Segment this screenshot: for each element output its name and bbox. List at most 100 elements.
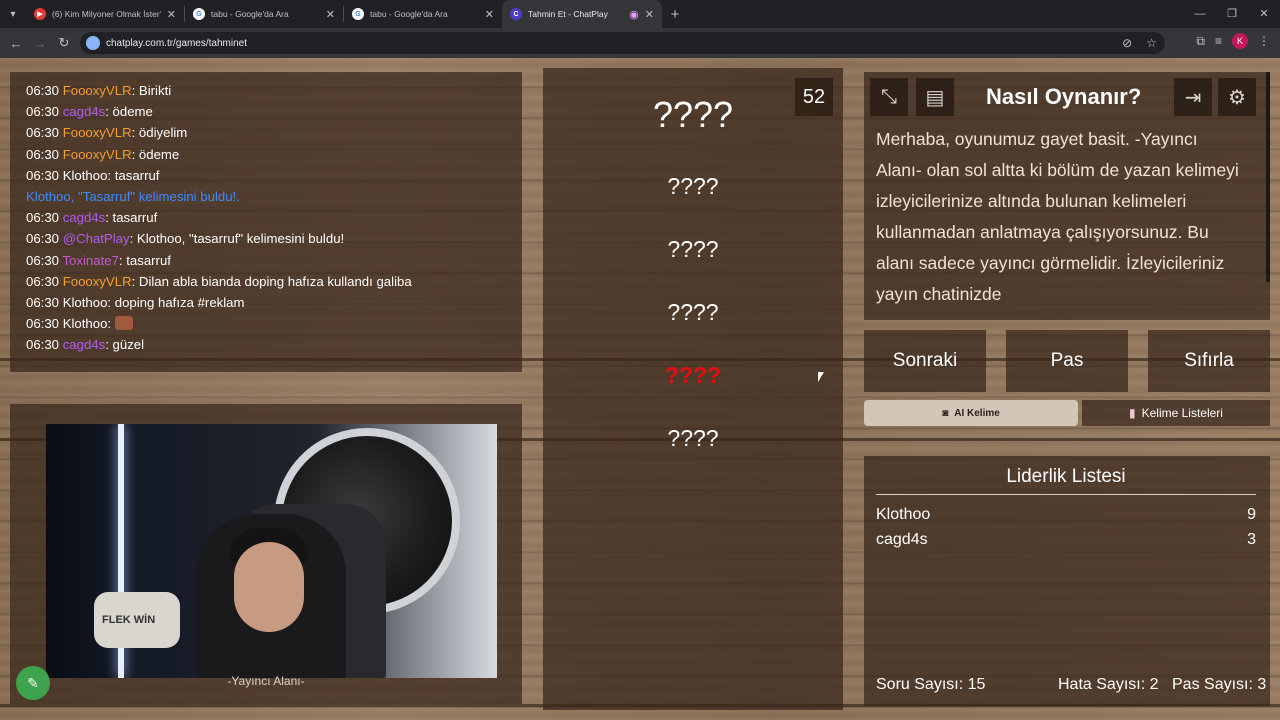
tab-strip: ▾ ▶ (6) Kim Milyoner Olmak İster? T ✕ G … <box>0 0 1280 28</box>
chat-username[interactable]: @ChatPlay <box>63 231 130 246</box>
chat-text: : ödiyelim <box>131 125 188 141</box>
webcam-feed: FLEK WİN <box>46 424 497 678</box>
pen-icon[interactable]: ✎ <box>16 666 50 700</box>
close-tab-icon[interactable]: ✕ <box>645 8 654 21</box>
chat-text: : ödeme <box>105 104 153 120</box>
how-to-play-text: Merhaba, oyunumuz gayet basit. -Yayıncı … <box>876 129 1239 304</box>
profile-avatar[interactable]: K <box>1232 33 1248 49</box>
browser-tab[interactable]: ▶ (6) Kim Milyoner Olmak İster? T ✕ <box>26 0 184 28</box>
restore-icon[interactable]: ❐ <box>1216 0 1248 28</box>
back-icon[interactable]: ← <box>4 36 28 51</box>
chat-timestamp: 06:30 <box>26 167 60 183</box>
leaderboard-panel: Liderlik Listesi Klothoo 9 cagd4s 3 Soru… <box>864 456 1270 706</box>
chat-username[interactable]: Klothoo <box>63 316 108 331</box>
chat-message: 06:30 @ChatPlay: Klothoo, "tasarruf" kel… <box>26 228 522 249</box>
close-tab-icon[interactable]: ✕ <box>326 8 335 21</box>
chat-message: 06:30 Klothoo: <box>26 313 522 334</box>
url-text: chatplay.com.tr/games/tahminet <box>106 37 247 49</box>
new-tab-icon[interactable]: + <box>662 6 688 23</box>
forbidden-word: ???? <box>667 236 719 262</box>
chat-message: 06:30 FoooxyVLR: ödiyelim <box>26 122 522 143</box>
site-info-icon[interactable] <box>86 36 100 50</box>
chat-timestamp: 06:30 <box>26 337 60 353</box>
chat-text: : Klothoo, "tasarruf" kelimesini buldu! <box>129 231 345 247</box>
chat-text: : ödeme <box>131 146 180 162</box>
document-icon[interactable]: ▤ <box>916 78 954 116</box>
tab-search-icon[interactable]: ▾ <box>0 0 26 28</box>
bookmark-star-icon[interactable]: ☆ <box>1146 36 1157 50</box>
browser-tab[interactable]: G tabu - Google'da Ara ✕ <box>344 0 502 28</box>
chatplay-icon: C <box>510 8 522 20</box>
chat-message: 06:30 FoooxyVLR: ödeme <box>26 144 522 165</box>
chat-username[interactable]: FoooxyVLR <box>63 83 132 98</box>
reload-icon[interactable]: ↻ <box>52 35 76 51</box>
chat-username[interactable]: Klothoo <box>63 295 108 310</box>
menu-dots-icon[interactable]: ⋮ <box>1258 34 1270 48</box>
chat-timestamp: 06:30 <box>26 252 60 268</box>
chat-username[interactable]: FoooxyVLR <box>63 125 132 140</box>
forbidden-word: ???? <box>667 425 719 451</box>
chat-message: 06:30 cagd4s: tasarruf <box>26 207 522 228</box>
next-button[interactable]: Sonraki <box>864 330 986 392</box>
eye-off-icon[interactable]: ⊘ <box>1122 36 1132 50</box>
chat-text: : güzel <box>105 337 145 353</box>
streamer-area: FLEK WİN -Yayıncı Alanı- <box>10 404 522 704</box>
chat-timestamp: 06:30 <box>26 146 60 162</box>
close-window-icon[interactable]: ✕ <box>1248 0 1280 28</box>
browser-tab[interactable]: G tabu - Google'da Ara ✕ <box>185 0 343 28</box>
words-panel: 52 ???? ???????????????????? <box>543 68 843 710</box>
chat-message: 06:30 Klothoo: doping hafıza #reklam <box>26 292 522 313</box>
how-to-play-title: Nasıl Oynanır? <box>986 84 1142 109</box>
notepad-icon: ▮ <box>1129 406 1136 420</box>
chat-message: 06:30 Toxinate7: tasarruf <box>26 250 522 271</box>
chat-text: : Birikti <box>131 83 172 98</box>
chat-username[interactable]: cagd4s <box>63 104 106 119</box>
chat-text: : Dilan abla bianda doping hafıza kullan… <box>131 273 412 289</box>
browser-tab-active[interactable]: C Tahmin Et - ChatPlay ◉ ✕ <box>502 0 662 28</box>
tab-title: (6) Kim Milyoner Olmak İster? T <box>52 9 161 19</box>
chat-timestamp: 06:30 <box>26 104 60 120</box>
chat-message: 06:30 Klothoo: tasarruf <box>26 165 522 186</box>
gear-icon[interactable]: ⚙ <box>1218 78 1256 116</box>
chat-username[interactable]: Toxinate7 <box>62 253 118 268</box>
recording-icon: ◉ <box>629 8 639 21</box>
streamer-face <box>234 542 304 632</box>
url-field[interactable]: chatplay.com.tr/games/tahminet ⊘ ☆ <box>80 32 1165 54</box>
leaderboard-row: cagd4s 3 <box>876 531 1256 549</box>
chat-username[interactable]: Klothoo <box>63 168 108 183</box>
how-to-play-panel: ⤡ ▤ Nasıl Oynanır? ⇥ ⚙ Merhaba, oyunumuz… <box>864 72 1270 320</box>
reset-button[interactable]: Sıfırla <box>1148 330 1270 392</box>
chat-message-list: 06:30 FoooxyVLR: Birikti 06:30 cagd4s: öd… <box>26 80 522 356</box>
tab-word-lists[interactable]: ▮ Kelime Listeleri <box>1082 400 1270 426</box>
chat-text: : <box>107 316 115 332</box>
close-tab-icon[interactable]: ✕ <box>485 8 494 21</box>
chat-username[interactable]: FoooxyVLR <box>63 147 132 162</box>
media-icon[interactable]: ≡ <box>1215 34 1222 48</box>
error-count: Hata Sayısı: 2 <box>1058 676 1159 693</box>
game-page: 06:30 FoooxyVLR: Birikti 06:30 cagd4s: öd… <box>0 58 1280 720</box>
pass-button[interactable]: Pas <box>1006 330 1128 392</box>
minimize-icon[interactable]: — <box>1184 0 1216 28</box>
exit-icon[interactable]: ⇥ <box>1174 78 1212 116</box>
close-tab-icon[interactable]: ✕ <box>167 8 176 21</box>
player-name: Klothoo <box>876 506 931 523</box>
tab-word-lists-label: Kelime Listeleri <box>1141 406 1223 420</box>
tab-ai-word[interactable]: ◙ AI Kelime <box>864 400 1078 426</box>
chat-panel: 06:30 FoooxyVLR: Birikti 06:30 cagd4s: öd… <box>10 72 522 372</box>
question-count: Soru Sayısı: 15 <box>876 676 986 693</box>
player-score: 3 <box>1247 531 1256 548</box>
tab-title: tabu - Google'da Ara <box>211 9 289 19</box>
youtube-icon: ▶ <box>34 8 46 20</box>
forward-icon[interactable]: → <box>28 36 52 51</box>
leaderboard-row: Klothoo 9 <box>876 506 1256 524</box>
collapse-icon[interactable]: ⤡ <box>870 78 908 116</box>
chat-username[interactable]: FoooxyVLR <box>63 274 132 289</box>
pass-count: Pas Sayısı: 3 <box>1172 676 1267 693</box>
chat-username[interactable]: cagd4s <box>63 210 106 225</box>
robot-icon: ◙ <box>942 407 949 419</box>
chat-username[interactable]: cagd4s <box>63 337 106 352</box>
chat-message: 06:30 FoooxyVLR: Birikti <box>26 80 522 101</box>
extensions-icon[interactable]: ⧉ <box>1196 34 1205 49</box>
system-message-text: Klothoo, "Tasarruf" kelimesini buldu!. <box>26 189 240 205</box>
scrollbar[interactable] <box>1266 72 1270 282</box>
